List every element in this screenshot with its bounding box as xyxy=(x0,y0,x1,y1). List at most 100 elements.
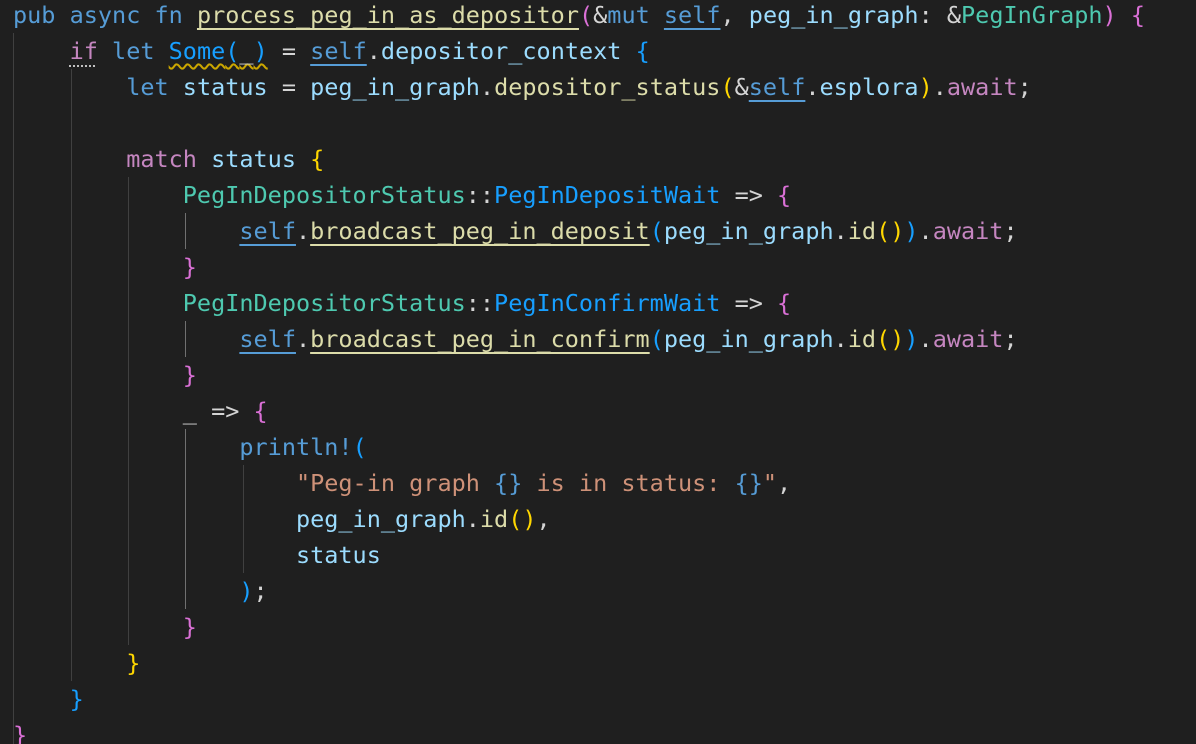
code-token: . xyxy=(918,217,933,245)
code-token: } xyxy=(69,685,84,713)
code-token: ( xyxy=(649,325,664,353)
code-token: if xyxy=(69,37,98,65)
code-token: peg_in_graph xyxy=(295,505,466,533)
code-line[interactable]: } xyxy=(13,609,1145,645)
code-token: id xyxy=(479,505,509,533)
code-token: ) xyxy=(239,577,254,605)
code-line[interactable]: PegInDepositorStatus::PegInDepositWait =… xyxy=(13,177,1145,213)
code-token: PegInGraph xyxy=(961,1,1103,29)
code-token: . xyxy=(918,325,933,353)
code-token: ) xyxy=(904,217,919,245)
code-line[interactable]: pub async fn process_peg_in_as_depositor… xyxy=(13,0,1145,33)
code-token: , xyxy=(720,1,749,29)
code-token: process_peg_in_as_depositor xyxy=(196,1,579,29)
code-token: . xyxy=(932,73,947,101)
code-token: await xyxy=(932,217,1004,245)
code-token: ; xyxy=(1003,325,1018,353)
code-token: ; xyxy=(1017,73,1032,101)
code-token: println! xyxy=(239,433,353,461)
code-token: "Peg-in graph xyxy=(295,469,495,497)
code-token: ) xyxy=(918,73,933,101)
code-token: self xyxy=(239,217,296,245)
code-line[interactable]: println!( xyxy=(13,429,1145,465)
code-token: id xyxy=(847,325,877,353)
code-token: fn xyxy=(154,1,183,29)
code-line[interactable]: ); xyxy=(13,573,1145,609)
code-token: _ xyxy=(239,37,254,65)
code-token: status xyxy=(211,145,296,173)
code-token: { xyxy=(253,397,268,425)
code-token: . xyxy=(833,217,848,245)
code-token: { xyxy=(777,289,792,317)
code-token: async xyxy=(69,1,141,29)
code-line[interactable]: } xyxy=(13,717,1145,744)
code-token: { xyxy=(310,145,325,173)
code-line[interactable]: } xyxy=(13,357,1145,393)
code-token: => xyxy=(196,397,254,425)
code-token: { xyxy=(635,37,650,65)
code-editor[interactable]: pub async fn process_peg_in_as_depositor… xyxy=(0,0,1196,744)
code-token: ( xyxy=(225,37,240,65)
code-line[interactable]: } xyxy=(13,249,1145,285)
code-token: peg_in_graph xyxy=(310,73,480,101)
code-line[interactable]: match status { xyxy=(13,141,1145,177)
code-token: . xyxy=(366,37,381,65)
code-line[interactable]: self.broadcast_peg_in_confirm(peg_in_gra… xyxy=(13,321,1145,357)
code-line[interactable]: self.broadcast_peg_in_deposit(peg_in_gra… xyxy=(13,213,1145,249)
code-token: : & xyxy=(918,1,962,29)
code-token: mut xyxy=(607,1,650,29)
code-line[interactable]: "Peg-in graph {} is in status: {}", xyxy=(13,465,1145,501)
code-line[interactable]: peg_in_graph.id(), xyxy=(13,501,1145,537)
code-token: , xyxy=(777,469,792,497)
code-token: PegInConfirmWait xyxy=(494,289,721,317)
code-token: ) xyxy=(253,37,268,65)
code-token: PegInDepositWait xyxy=(494,181,721,209)
code-line[interactable] xyxy=(13,105,1145,141)
code-line[interactable]: } xyxy=(13,681,1145,717)
code-token: broadcast_peg_in_deposit xyxy=(310,217,650,245)
code-token: ) xyxy=(1102,1,1117,29)
code-line[interactable]: _ => { xyxy=(13,393,1145,429)
code-token: } xyxy=(182,253,197,281)
code-line[interactable]: status xyxy=(13,537,1145,573)
code-token: } xyxy=(126,649,141,677)
code-token: . xyxy=(479,73,495,101)
code-token: () xyxy=(876,217,905,245)
code-token: peg_in_graph xyxy=(748,1,919,29)
code-token: status xyxy=(295,541,381,569)
code-token: _ xyxy=(182,397,197,425)
code-token: " xyxy=(762,469,778,497)
code-token: () xyxy=(876,325,905,353)
code-token: let xyxy=(112,37,155,65)
code-line[interactable]: PegInDepositorStatus::PegInConfirmWait =… xyxy=(13,285,1145,321)
code-line[interactable]: let status = peg_in_graph.depositor_stat… xyxy=(13,69,1145,105)
code-line[interactable]: if let Some(_) = self.depositor_context … xyxy=(13,33,1145,69)
code-token: {} xyxy=(734,469,763,497)
code-lines[interactable]: pub async fn process_peg_in_as_depositor… xyxy=(13,0,1145,744)
code-token: ) xyxy=(904,325,919,353)
code-token: . xyxy=(833,325,848,353)
code-token: ( xyxy=(649,217,664,245)
code-token: () xyxy=(508,505,537,533)
code-token: await xyxy=(932,325,1004,353)
code-line[interactable]: } xyxy=(13,645,1145,681)
code-token: } xyxy=(182,361,197,389)
